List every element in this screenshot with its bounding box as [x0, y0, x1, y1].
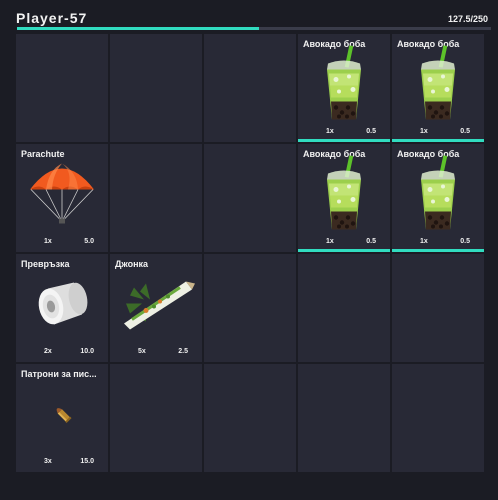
- inventory-slot-empty[interactable]: [204, 254, 296, 362]
- weight-bar: [17, 27, 491, 30]
- joint-icon: [116, 274, 196, 339]
- item-name: Превръзка: [21, 259, 70, 269]
- parachute-icon: [27, 162, 97, 231]
- inventory-slot-empty[interactable]: [110, 34, 202, 142]
- item-name: Патрони за пис...: [21, 369, 97, 379]
- item-weight: 0.5: [366, 128, 376, 135]
- inventory-slot-empty[interactable]: [204, 364, 296, 472]
- item-weight: 15.0: [80, 458, 94, 465]
- inventory-slot-empty[interactable]: [298, 364, 390, 472]
- weight-readout: 127.5/250: [447, 14, 488, 24]
- item-weight: 2.5: [178, 348, 188, 355]
- bubble-tea-icon: [322, 45, 366, 127]
- item-weight: 5.0: [84, 238, 94, 245]
- inventory-slot-empty[interactable]: [392, 254, 484, 362]
- inventory-slot-empty[interactable]: [204, 34, 296, 142]
- item-quantity: 2x: [44, 348, 52, 355]
- inventory-slot-empty[interactable]: [16, 34, 108, 142]
- bubble-tea-icon: [322, 155, 366, 237]
- item-quantity: 3x: [44, 458, 52, 465]
- bubble-tea-icon: [416, 45, 460, 127]
- inventory-slot-item[interactable]: Превръзка 2x 10.0: [16, 254, 108, 362]
- inventory-slot-empty[interactable]: [204, 144, 296, 252]
- inventory-slot-empty[interactable]: [298, 254, 390, 362]
- item-weight: 0.5: [460, 128, 470, 135]
- item-weight: 10.0: [80, 348, 94, 355]
- item-quantity: 1x: [326, 128, 334, 135]
- inventory-slot-empty[interactable]: [110, 144, 202, 252]
- inventory-slot-item[interactable]: Джонка 5x 2.5: [110, 254, 202, 362]
- bubble-tea-icon: [416, 155, 460, 237]
- inventory-slot-item[interactable]: Авокадо боба 1x 0.5: [392, 34, 484, 142]
- inventory-slot-item[interactable]: Авокадо боба 1x 0.5: [392, 144, 484, 252]
- player-name: Player-57: [16, 10, 88, 26]
- item-quantity: 1x: [44, 238, 52, 245]
- inventory-grid: Авокадо боба 1x 0.5 Авокадо боба 1x 0.5 Pa: [16, 34, 484, 472]
- inventory-slot-item[interactable]: Авокадо боба 1x 0.5: [298, 144, 390, 252]
- item-name: Джонка: [115, 259, 149, 269]
- bandage-roll-icon: [34, 279, 90, 334]
- item-quantity: 1x: [420, 238, 428, 245]
- item-weight: 0.5: [460, 238, 470, 245]
- inventory-header: Player-57 127.5/250: [0, 0, 498, 32]
- inventory-slot-item[interactable]: Авокадо боба 1x 0.5: [298, 34, 390, 142]
- item-quantity: 5x: [138, 348, 146, 355]
- weight-bar-fill: [17, 27, 259, 30]
- inventory-slot-item[interactable]: Parachute 1x 5.0: [16, 144, 108, 252]
- inventory-slot-item[interactable]: Патрони за пис... 3x 15.0: [16, 364, 108, 472]
- item-weight: 0.5: [366, 238, 376, 245]
- item-quantity: 1x: [326, 238, 334, 245]
- inventory-slot-empty[interactable]: [110, 364, 202, 472]
- item-quantity: 1x: [420, 128, 428, 135]
- item-name: Parachute: [21, 149, 65, 159]
- bullet-icon: [50, 403, 74, 430]
- inventory-slot-empty[interactable]: [392, 364, 484, 472]
